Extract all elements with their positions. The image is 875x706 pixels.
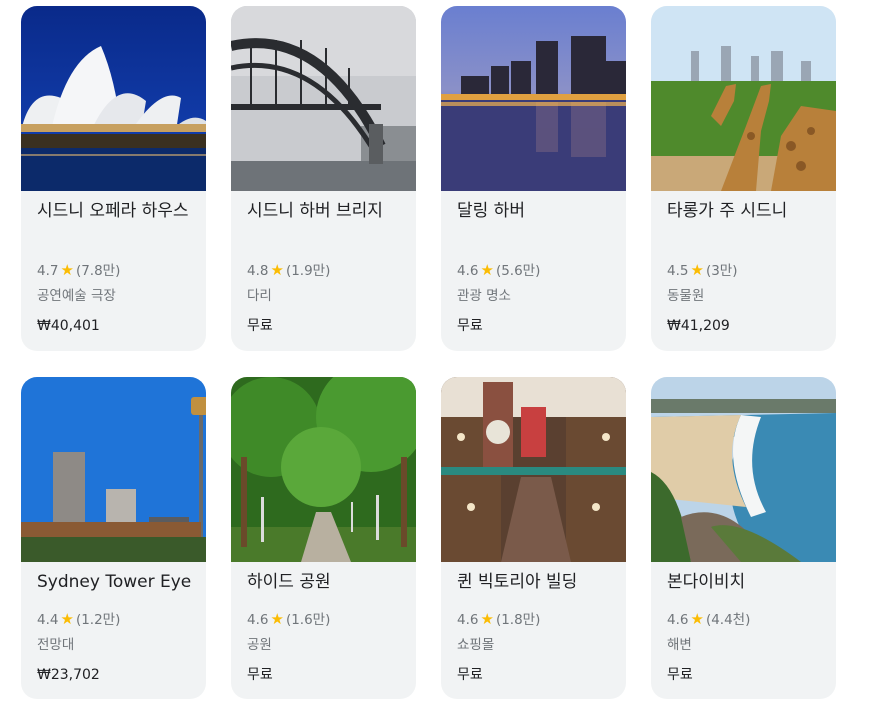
hyde-park-photo: [231, 377, 416, 562]
rating-value: 4.7: [37, 263, 59, 279]
star-icon: ★: [480, 610, 494, 628]
place-title: 하이드 공원: [247, 572, 331, 592]
place-title: 시드니 하버 브리지: [247, 201, 383, 221]
place-price: ₩41,209: [667, 318, 730, 334]
place-card-queen-victoria-building[interactable]: 퀸 빅토리아 빌딩 4.6 ★ (1.8만) 쇼핑몰 무료: [441, 377, 626, 699]
rating: 4.8 ★ (1.9만): [247, 260, 330, 281]
review-count: (7.8만): [75, 263, 121, 279]
star-icon: ★: [270, 261, 284, 279]
rating: 4.5 ★ (3만): [667, 260, 737, 281]
opera-house-photo: [21, 6, 206, 191]
place-category: 공원: [247, 637, 272, 653]
rating: 4.4 ★ (1.2만): [37, 609, 120, 630]
place-category: 쇼핑몰: [457, 637, 495, 653]
star-icon: ★: [60, 261, 74, 279]
place-category: 다리: [247, 288, 272, 304]
place-title: 타롱가 주 시드니: [667, 201, 788, 221]
rating: 4.6 ★ (1.8만): [457, 609, 540, 630]
rating-value: 4.6: [667, 612, 689, 628]
rating: 4.6 ★ (4.4천): [667, 609, 750, 630]
place-card-hyde-park[interactable]: 하이드 공원 4.6 ★ (1.6만) 공원 무료: [231, 377, 416, 699]
bondi-beach-photo: [651, 377, 836, 562]
place-price: 무료: [247, 667, 273, 683]
sydney-tower-photo: [21, 377, 206, 562]
review-count: (4.4천): [705, 612, 751, 628]
star-icon: ★: [270, 610, 284, 628]
star-icon: ★: [690, 610, 704, 628]
rating-value: 4.6: [247, 612, 269, 628]
rating-value: 4.8: [247, 263, 269, 279]
rating-value: 4.4: [37, 612, 59, 628]
rating: 4.6 ★ (1.6만): [247, 609, 330, 630]
place-category: 해변: [667, 637, 692, 653]
rating-value: 4.6: [457, 612, 479, 628]
harbour-bridge-photo: [231, 6, 416, 191]
review-count: (1.6만): [285, 612, 331, 628]
place-card-opera-house[interactable]: 시드니 오페라 하우스 4.7 ★ (7.8만) 공연예술 극장 ₩40,401: [21, 6, 206, 351]
place-category: 전망대: [37, 637, 75, 653]
place-price: ₩40,401: [37, 318, 100, 334]
place-category: 공연예술 극장: [37, 288, 116, 304]
place-card-sydney-tower-eye[interactable]: Sydney Tower Eye 4.4 ★ (1.2만) 전망대 ₩23,702: [21, 377, 206, 699]
qvb-interior-photo: [441, 377, 626, 562]
place-title: 달링 하버: [457, 201, 525, 221]
star-icon: ★: [480, 261, 494, 279]
place-card-taronga-zoo[interactable]: 타롱가 주 시드니 4.5 ★ (3만) 동물원 ₩41,209: [651, 6, 836, 351]
place-card-bondi-beach[interactable]: 본다이비치 4.6 ★ (4.4천) 해변 무료: [651, 377, 836, 699]
rating: 4.7 ★ (7.8만): [37, 260, 120, 281]
review-count: (1.8만): [495, 612, 541, 628]
place-title: 퀸 빅토리아 빌딩: [457, 572, 578, 592]
rating: 4.6 ★ (5.6만): [457, 260, 540, 281]
review-count: (5.6만): [495, 263, 541, 279]
place-price: 무료: [457, 318, 483, 334]
review-count: (1.2만): [75, 612, 121, 628]
rating-value: 4.6: [457, 263, 479, 279]
review-count: (1.9만): [285, 263, 331, 279]
place-price: 무료: [247, 318, 273, 334]
place-title: 본다이비치: [667, 572, 746, 592]
taronga-zoo-photo: [651, 6, 836, 191]
place-category: 동물원: [667, 288, 705, 304]
star-icon: ★: [60, 610, 74, 628]
darling-harbour-photo: [441, 6, 626, 191]
star-icon: ★: [690, 261, 704, 279]
rating-value: 4.5: [667, 263, 689, 279]
place-title: 시드니 오페라 하우스: [37, 201, 189, 221]
place-price: 무료: [667, 667, 693, 683]
place-card-harbour-bridge[interactable]: 시드니 하버 브리지 4.8 ★ (1.9만) 다리 무료: [231, 6, 416, 351]
place-price: 무료: [457, 667, 483, 683]
place-category: 관광 명소: [457, 288, 511, 304]
place-title: Sydney Tower Eye: [37, 572, 192, 592]
place-card-darling-harbour[interactable]: 달링 하버 4.6 ★ (5.6만) 관광 명소 무료: [441, 6, 626, 351]
place-price: ₩23,702: [37, 667, 100, 683]
review-count: (3만): [705, 263, 738, 279]
